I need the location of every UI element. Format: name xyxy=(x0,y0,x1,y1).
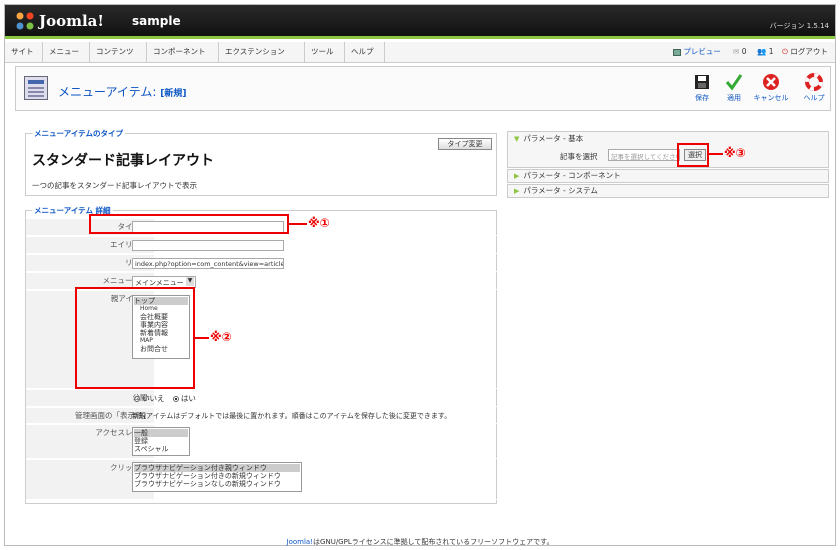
link-row: リンク: index.php?option=com_content&view=a… xyxy=(26,255,506,272)
params-system-label: パラメータ - システム xyxy=(523,186,598,195)
logout-label: ログアウト xyxy=(790,47,828,56)
header-bar: Joomla! sample バージョン 1.5.14 xyxy=(5,5,835,39)
footer-text: はGNU/GPLライセンスに準拠して配布されているフリーソフトウェアです。 xyxy=(313,538,554,546)
annotation-mark-1: ※① xyxy=(308,216,330,230)
mail-icon: ✉ xyxy=(733,47,740,56)
alias-input[interactable] xyxy=(132,240,284,251)
published-radios: いいえ はい xyxy=(132,393,196,404)
access-row: アクセスレベル: 一般 登録 スペシャル xyxy=(26,425,506,459)
click-row: クリック時: ブラウザナビゲーション付き親ウィンドウ ブラウザナビゲーション付き… xyxy=(26,460,506,500)
messages-status[interactable]: ✉ 0 xyxy=(733,42,746,62)
apply-button[interactable]: 適用 xyxy=(716,73,752,103)
chevron-down-icon: ▼ xyxy=(186,277,194,286)
page-title-text: メニューアイテム: xyxy=(58,85,157,99)
published-no-radio[interactable] xyxy=(134,396,140,402)
menu-manager-icon xyxy=(24,76,48,100)
params-basic-panel: ▼ パラメータ - 基本 記事を選択 記事を選択してください 選択 xyxy=(507,131,829,168)
main-menu-bar: サイト メニュー コンテンツ コンポーネント エクステンション ツール ヘルプ … xyxy=(5,42,835,63)
order-row: 管理画面の「表示順」 新規アイテムはデフォルトでは最後に置かれます。順番はこのア… xyxy=(26,408,506,424)
highlight-connector-1 xyxy=(289,223,307,225)
help-label: ヘルプ xyxy=(803,94,825,102)
list-item[interactable]: スペシャル xyxy=(134,445,188,453)
params-system-panel[interactable]: ▶ パラメータ - システム xyxy=(507,184,829,198)
footer: Joomla!はGNU/GPLライセンスに準拠して配布されているフリーソフトウェ… xyxy=(5,537,835,547)
highlight-connector-2 xyxy=(195,337,209,339)
users-status[interactable]: 👥 1 xyxy=(757,42,774,62)
page-title: メニューアイテム: [新規] xyxy=(58,83,186,100)
highlight-box-3 xyxy=(677,143,709,167)
highlight-connector-3 xyxy=(709,153,723,155)
menu-content[interactable]: コンテンツ xyxy=(90,42,147,62)
layout-type-description: 一つの記事をスタンダード記事レイアウトで表示 xyxy=(32,181,197,190)
params-basic-header[interactable]: ▼ パラメータ - 基本 xyxy=(508,132,828,146)
list-item[interactable]: 一般 xyxy=(134,429,188,437)
list-item[interactable]: ブラウザナビゲーション付きの新規ウィンドウ xyxy=(134,472,300,480)
layout-type-title: スタンダード記事レイアウト xyxy=(32,153,214,169)
params-component-panel[interactable]: ▶ パラメータ - コンポーネント xyxy=(507,169,829,183)
type-legend: メニューアイテムのタイプ xyxy=(32,128,125,139)
menu-select-value: メインメニュー xyxy=(135,279,184,287)
order-text: 新規アイテムはデフォルトでは最後に置かれます。順番はこのアイテムを保存した後に変… xyxy=(132,412,452,420)
access-listbox[interactable]: 一般 登録 スペシャル xyxy=(132,427,190,456)
cancel-icon xyxy=(763,74,779,90)
menu-site[interactable]: サイト xyxy=(5,42,43,62)
expand-down-icon: ▼ xyxy=(514,135,520,143)
joomla-logo-icon xyxy=(16,12,34,30)
version-label: バージョン 1.5.14 xyxy=(769,22,829,30)
params-component-label: パラメータ - コンポーネント xyxy=(523,171,621,180)
save-icon xyxy=(695,75,709,89)
change-type-button[interactable]: タイプ変更 xyxy=(438,138,492,150)
highlight-box-2 xyxy=(75,287,195,389)
cancel-button[interactable]: キャンセル xyxy=(753,73,789,103)
expand-right-icon: ▶ xyxy=(514,187,520,195)
brand-name: Joomla! xyxy=(39,12,104,30)
menu-tools[interactable]: ツール xyxy=(305,42,345,62)
toolbar: メニューアイテム: [新規] 保存 適用 キャンセル ヘルプ xyxy=(15,66,831,111)
site-name: sample xyxy=(132,14,181,28)
article-input[interactable]: 記事を選択してください xyxy=(608,149,680,161)
alias-row: エイリアス: xyxy=(26,237,506,254)
logout-icon: ⏻ xyxy=(782,47,788,56)
preview-icon xyxy=(673,48,681,56)
list-item[interactable]: 登録 xyxy=(134,437,188,445)
preview-link[interactable]: プレビュー xyxy=(673,42,721,62)
users-count: 1 xyxy=(768,47,774,56)
page-subtitle: [新規] xyxy=(160,89,187,99)
messages-count: 0 xyxy=(741,47,747,56)
lifebuoy-icon xyxy=(805,73,823,91)
annotation-mark-2: ※② xyxy=(210,330,232,344)
save-label: 保存 xyxy=(695,94,709,102)
article-label: 記事を選択 xyxy=(560,152,598,161)
highlight-box-1 xyxy=(89,214,289,234)
menu-menus[interactable]: メニュー xyxy=(43,42,90,62)
published-row: 公開: いいえ はい xyxy=(26,390,506,407)
checkmark-icon xyxy=(725,74,743,91)
menu-extensions[interactable]: エクステンション xyxy=(219,42,305,62)
published-yes-radio[interactable] xyxy=(172,396,179,402)
menu-item-type-section: メニューアイテムのタイプ タイプ変更 スタンダード記事レイアウト 一つの記事をス… xyxy=(25,128,497,196)
menu-help[interactable]: ヘルプ xyxy=(345,42,385,62)
annotation-mark-3: ※③ xyxy=(724,146,746,160)
menu-components[interactable]: コンポーネント xyxy=(147,42,219,62)
cancel-label: キャンセル xyxy=(753,94,789,102)
list-item[interactable]: ブラウザナビゲーション付き親ウィンドウ xyxy=(134,464,300,472)
link-input[interactable]: index.php?option=com_content&view=articl… xyxy=(132,258,284,269)
click-listbox[interactable]: ブラウザナビゲーション付き親ウィンドウ ブラウザナビゲーション付きの新規ウィンド… xyxy=(132,462,302,492)
admin-window: Joomla! sample バージョン 1.5.14 サイト メニュー コンテ… xyxy=(4,4,836,546)
list-item[interactable]: ブラウザナビゲーションなしの新規ウィンドウ xyxy=(134,480,300,488)
help-button[interactable]: ヘルプ xyxy=(796,73,832,103)
preview-label: プレビュー xyxy=(683,47,721,56)
published-yes-label: はい xyxy=(180,394,196,403)
apply-label: 適用 xyxy=(727,94,741,102)
joomla-link[interactable]: Joomla! xyxy=(287,538,314,546)
users-icon: 👥 xyxy=(757,47,767,56)
published-no-label: いいえ xyxy=(142,394,165,403)
save-button[interactable]: 保存 xyxy=(684,73,720,103)
expand-right-icon: ▶ xyxy=(514,172,520,180)
logout-link[interactable]: ⏻ ログアウト xyxy=(782,42,828,62)
